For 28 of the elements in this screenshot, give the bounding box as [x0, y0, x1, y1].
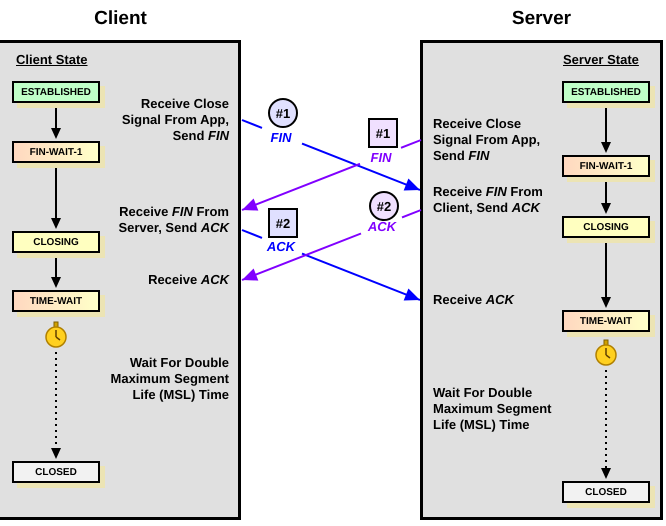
message-label: FIN: [270, 130, 293, 145]
transition-arrow: [601, 179, 611, 214]
event-description: Receive Close Signal From App, Send FIN: [122, 96, 229, 144]
sequence-number-badge: #2: [268, 208, 298, 238]
transition-arrow: [601, 105, 611, 153]
event-description: Receive FIN From Client, Send ACK: [433, 184, 543, 216]
transition-arrow: [51, 165, 61, 229]
event-description: Receive ACK: [148, 272, 229, 288]
message-label: ACK: [366, 219, 398, 234]
column-title: Server: [510, 8, 572, 30]
sequence-number-badge: #1: [368, 118, 398, 148]
transition-arrow: [601, 240, 611, 308]
sequence-number-badge: #1: [268, 98, 298, 128]
event-description: Receive ACK: [433, 292, 514, 308]
message-label: ACK: [266, 239, 296, 254]
event-description: Wait For Double Maximum Segment Life (MSL) Time: [110, 355, 229, 403]
message-label: FIN: [370, 150, 393, 165]
event-description: Wait For Double Maximum Segment Life (MSL) Time: [433, 385, 552, 433]
stopwatch-icon: [45, 322, 67, 348]
sequence-number-badge: #2: [369, 191, 399, 221]
state-heading: Server State: [563, 52, 639, 67]
transition-arrow: [51, 105, 61, 139]
state-heading: Client State: [16, 52, 88, 67]
column-title: Client: [93, 8, 148, 30]
event-description: Receive Close Signal From App, Send FIN: [433, 116, 540, 164]
event-description: Receive FIN From Server, Send ACK: [118, 204, 229, 236]
transition-arrow: [51, 255, 61, 288]
stopwatch-icon: [595, 340, 617, 366]
